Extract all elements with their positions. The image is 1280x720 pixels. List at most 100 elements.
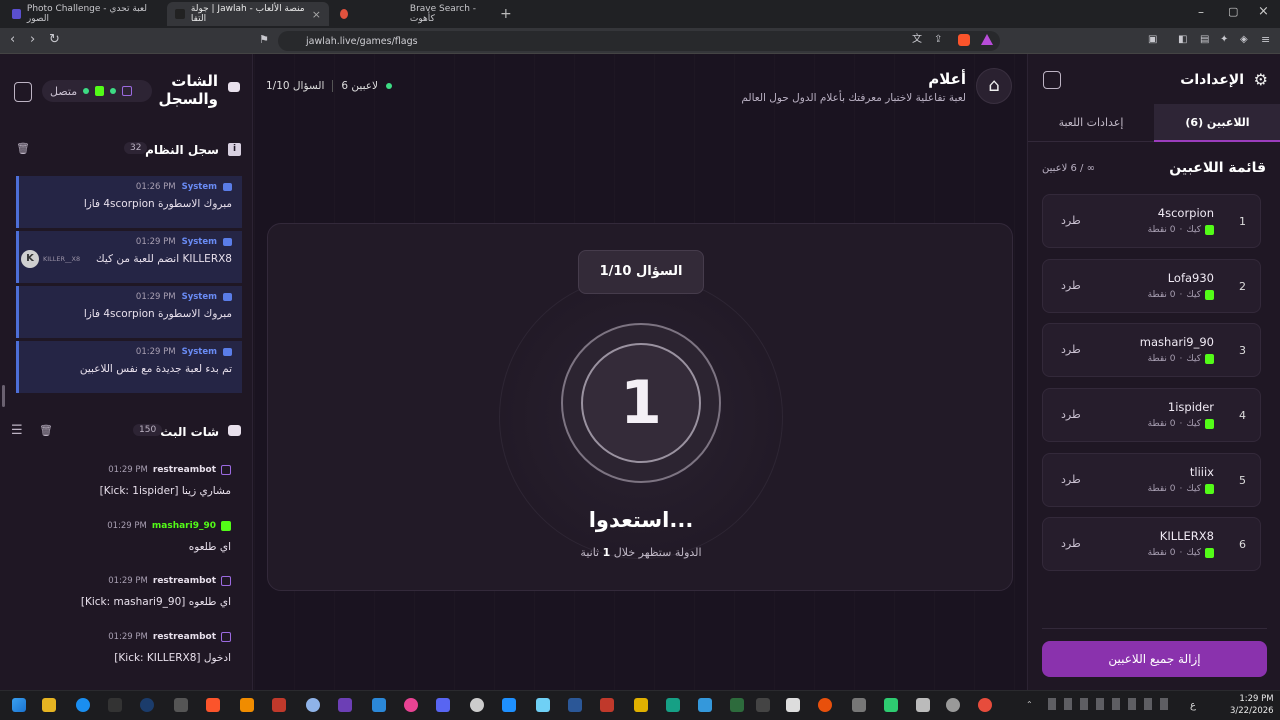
remove-all-players-button[interactable]: إزالة جميع اللاعبين xyxy=(1042,641,1267,677)
app-icon[interactable] xyxy=(916,698,930,712)
clock[interactable]: 1:29 PM 3/22/2026 xyxy=(1230,693,1274,717)
address-bar[interactable]: jawlah.live/games/flags xyxy=(278,31,1000,51)
discord-icon[interactable] xyxy=(436,698,450,712)
tab-jawlah[interactable]: جولة | Jawlah - منصة الألعاب التفا × xyxy=(167,2,329,26)
file-explorer-icon[interactable] xyxy=(42,698,56,712)
brave-shield-icon[interactable] xyxy=(958,34,970,46)
kick-icon xyxy=(221,521,231,531)
kick-player-button[interactable]: طرد xyxy=(1061,408,1081,421)
app-icon[interactable] xyxy=(786,698,800,712)
divider xyxy=(1042,628,1267,629)
app-icon[interactable] xyxy=(502,698,516,712)
app-icon[interactable] xyxy=(756,698,770,712)
app-icon[interactable] xyxy=(600,698,614,712)
home-icon[interactable]: ⌂ xyxy=(976,68,1012,104)
log-scrollbar[interactable] xyxy=(2,385,5,407)
message-text: [Kick: mashari9_90] اي طلعوه xyxy=(80,596,231,608)
reading-icon[interactable]: ◧ xyxy=(1178,33,1187,47)
message-sender: System xyxy=(181,182,217,192)
info-icon: i xyxy=(228,143,241,156)
status-label: متصل xyxy=(50,84,78,98)
obs-icon[interactable] xyxy=(306,698,320,712)
separator-dot: · xyxy=(1179,548,1183,558)
steam-icon[interactable] xyxy=(140,698,154,712)
tab-players[interactable]: اللاعبين (6) xyxy=(1154,104,1280,142)
player-name: mashari9_90 xyxy=(1139,335,1214,349)
input-language[interactable]: ع xyxy=(1190,700,1196,711)
separator-dot: · xyxy=(1179,290,1183,300)
kick-player-button[interactable]: طرد xyxy=(1061,214,1081,227)
collapse-panel-icon[interactable] xyxy=(14,82,32,102)
chat-icon xyxy=(228,425,241,436)
message-time: 01:29 PM xyxy=(135,347,176,357)
minimize-icon[interactable]: – xyxy=(1198,5,1204,19)
close-tab-icon[interactable]: × xyxy=(312,8,321,21)
message-time: 01:29 PM xyxy=(107,521,147,531)
app-icon[interactable] xyxy=(978,698,992,712)
game-subtitle: لعبة تفاعلية لاختبار معرفتك بأعلام الدول… xyxy=(741,92,966,104)
chat-settings-icon[interactable]: ☰ xyxy=(11,423,23,438)
edge-icon[interactable] xyxy=(76,698,90,712)
system-tray-icons[interactable] xyxy=(1048,698,1168,710)
epic-games-icon[interactable] xyxy=(108,698,122,712)
separator-dot: · xyxy=(1179,225,1183,235)
tab-brave-search[interactable]: Brave Search - كأهوت xyxy=(332,2,492,26)
app-icon[interactable] xyxy=(372,698,386,712)
leo-icon[interactable]: ✦ xyxy=(1220,33,1228,47)
kick-player-button[interactable]: طرد xyxy=(1061,473,1081,486)
forward-icon[interactable]: › xyxy=(30,33,35,47)
tab-photo-challenge[interactable]: Photo Challenge - لعبة تحدي الصور xyxy=(4,2,164,26)
message-sender: System xyxy=(181,237,217,247)
app-icon[interactable] xyxy=(470,698,484,712)
clear-chat-trash-icon[interactable]: 🗑 xyxy=(39,424,53,437)
brave-icon[interactable] xyxy=(206,698,220,712)
game-status: السؤال 1/10 6 لاعبين xyxy=(266,80,393,92)
kick-player-button[interactable]: طرد xyxy=(1061,279,1081,292)
app-icon[interactable] xyxy=(174,698,188,712)
tab-game-settings[interactable]: إعدادات اللعبة xyxy=(1028,104,1154,142)
app-icon[interactable] xyxy=(338,698,352,712)
back-icon[interactable]: ‹ xyxy=(10,33,15,47)
player-platform: كيك xyxy=(1186,548,1201,558)
chat-log-panel: الشات والسجل متصل i سجل النظام 32 🗑 01:2… xyxy=(0,54,253,690)
clear-log-trash-icon[interactable]: 🗑 xyxy=(16,142,30,155)
restream-icon xyxy=(122,86,133,96)
menu-icon[interactable]: ≡ xyxy=(1261,33,1270,47)
vpn-icon[interactable]: ◈ xyxy=(1240,33,1248,47)
tray-chevron-icon[interactable]: ⌃ xyxy=(1026,700,1033,709)
app-icon[interactable] xyxy=(634,698,648,712)
maximize-icon[interactable]: ▢ xyxy=(1228,5,1238,18)
app-icon[interactable] xyxy=(946,698,960,712)
separator-dot: · xyxy=(1179,354,1183,364)
player-name: tliiix xyxy=(1189,465,1214,479)
wallet-icon[interactable]: ▤ xyxy=(1200,33,1209,47)
start-icon[interactable] xyxy=(12,698,26,712)
player-points: 0 نقطة xyxy=(1147,548,1176,558)
ea-icon[interactable] xyxy=(818,698,832,712)
kick-player-button[interactable]: طرد xyxy=(1061,537,1081,550)
collapse-settings-icon[interactable] xyxy=(1043,71,1061,89)
share-icon[interactable]: ⇪ xyxy=(934,33,942,47)
app-icon[interactable] xyxy=(404,698,418,712)
brave-rewards-icon[interactable] xyxy=(981,34,993,45)
bookmark-icon[interactable]: ⚑ xyxy=(259,33,269,47)
app-icon[interactable] xyxy=(568,698,582,712)
vlc-icon[interactable] xyxy=(240,698,254,712)
app-icon[interactable] xyxy=(884,698,898,712)
app-icon[interactable] xyxy=(730,698,744,712)
kick-player-button[interactable]: طرد xyxy=(1061,343,1081,356)
app-icon[interactable] xyxy=(852,698,866,712)
app-icon[interactable] xyxy=(272,698,286,712)
new-tab-icon[interactable]: + xyxy=(500,6,512,22)
message-time: 01:26 PM xyxy=(135,182,176,192)
reload-icon[interactable]: ↻ xyxy=(49,33,60,47)
app-icon[interactable] xyxy=(666,698,680,712)
tab-label: Photo Challenge - لعبة تحدي الصور xyxy=(26,4,147,24)
app-icon[interactable] xyxy=(698,698,712,712)
close-window-icon[interactable]: × xyxy=(1258,4,1269,19)
system-log-count-badge: 32 xyxy=(124,142,148,154)
app-icon[interactable] xyxy=(536,698,550,712)
stream-chat-header: شات البث 150 🗑 ☰ xyxy=(0,420,253,444)
translate-icon[interactable]: 文 xyxy=(912,33,922,47)
sidebar-icon[interactable]: ▣ xyxy=(1148,33,1157,47)
